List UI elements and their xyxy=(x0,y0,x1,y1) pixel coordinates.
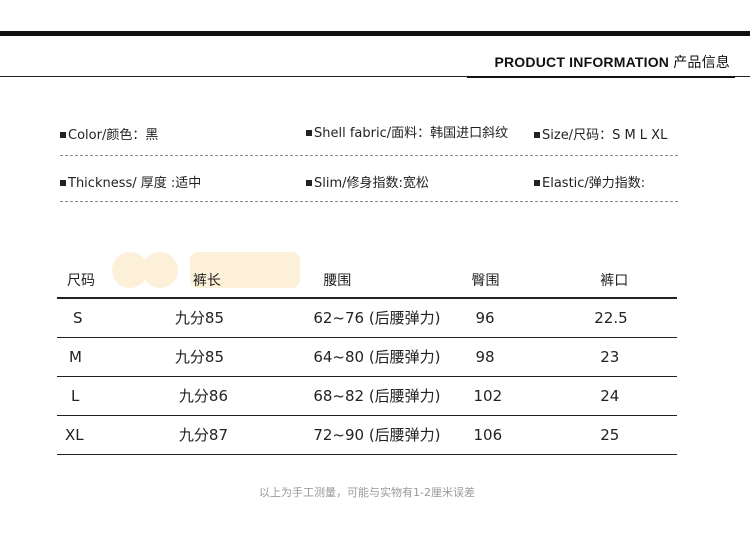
dotted-divider xyxy=(60,155,678,156)
section-header: PRODUCT INFORMATION 产品信息 xyxy=(494,52,730,72)
cell-waist: 68~82 (后腰弹力) xyxy=(313,387,441,405)
info-label: Color/颜色： xyxy=(68,128,146,143)
cell-hem: 23 xyxy=(600,347,620,366)
cell-hip: 98 xyxy=(475,347,495,366)
cell-hip: 106 xyxy=(473,425,503,444)
cell-length: 九分86 xyxy=(178,387,228,405)
info-slim: Slim/修身指数:宽松 xyxy=(306,172,429,191)
info-elastic: Elastic/弹力指数: xyxy=(534,172,645,191)
cell-waist: 64~80 (后腰弹力) xyxy=(313,348,441,366)
cell-waist: 62~76 (后腰弹力) xyxy=(313,309,441,328)
info-label: Slim/修身指数: xyxy=(314,176,403,191)
cell-hem: 22.5 xyxy=(594,308,628,327)
cell-hem: 25 xyxy=(600,425,620,444)
bullet-square-icon xyxy=(60,131,66,138)
cell-length: 九分87 xyxy=(178,426,228,444)
header-length: 裤长 xyxy=(192,272,221,289)
cell-hip: 102 xyxy=(473,386,503,405)
info-value: 适中 xyxy=(175,176,202,191)
cell-hem: 24 xyxy=(600,386,620,405)
cell-length: 九分85 xyxy=(174,309,224,328)
info-label: Shell fabric/面料： xyxy=(314,126,431,141)
header-size: 尺码 xyxy=(67,272,95,289)
header-title-en: PRODUCT INFORMATION xyxy=(494,54,670,70)
dotted-divider xyxy=(60,201,678,202)
info-shell-fabric: Shell fabric/面料：韩国进口斜纹 xyxy=(306,122,508,141)
cell-size: XL xyxy=(65,425,84,444)
cell-length: 九分85 xyxy=(174,348,224,366)
cell-size: L xyxy=(71,386,80,405)
table-row: S 九分85 62~76 (后腰弹力) 96 22.5 xyxy=(57,298,677,337)
info-value: 韩国进口斜纹 xyxy=(430,126,509,141)
bullet-square-icon xyxy=(534,179,540,186)
size-table: 尺码 裤长 腰围 臀围 裤口 S 九分85 62~76 (后腰弹力) 96 22… xyxy=(57,262,677,455)
bullet-square-icon xyxy=(306,129,312,136)
info-label: Size/尺码： xyxy=(542,128,613,143)
header-waist: 腰围 xyxy=(323,272,352,289)
table-header-row: 尺码 裤长 腰围 臀围 裤口 xyxy=(57,262,677,298)
cell-hip: 96 xyxy=(475,308,495,327)
info-value: 宽松 xyxy=(402,176,429,191)
info-value: S M L XL xyxy=(612,128,668,143)
table-row: L 九分86 68~82 (后腰弹力) 102 24 xyxy=(57,376,677,415)
info-color: Color/颜色：黑 xyxy=(60,124,158,143)
info-label: Thickness/ 厚度 : xyxy=(68,176,176,191)
info-value: 黑 xyxy=(145,128,159,143)
cell-size: S xyxy=(73,308,83,327)
bullet-square-icon xyxy=(60,179,66,186)
cell-size: M xyxy=(69,347,82,366)
header-hem: 裤口 xyxy=(600,272,629,289)
bullet-square-icon xyxy=(306,179,312,186)
header-title-cn: 产品信息 xyxy=(673,54,730,70)
info-thickness: Thickness/ 厚度 :适中 xyxy=(60,172,201,191)
header-underline xyxy=(467,76,735,78)
bullet-square-icon xyxy=(534,131,540,138)
table-row: M 九分85 64~80 (后腰弹力) 98 23 xyxy=(57,337,677,376)
info-size: Size/尺码：S M L XL xyxy=(534,124,667,143)
header-hip: 臀围 xyxy=(471,272,500,289)
table-row: XL 九分87 72~90 (后腰弹力) 106 25 xyxy=(57,415,677,454)
top-bar xyxy=(0,31,750,36)
cell-waist: 72~90 (后腰弹力) xyxy=(313,426,441,444)
info-label: Elastic/弹力指数: xyxy=(542,176,646,191)
measurement-note: 以上为手工测量，可能与实物有1-2厘米误差 xyxy=(259,486,475,499)
